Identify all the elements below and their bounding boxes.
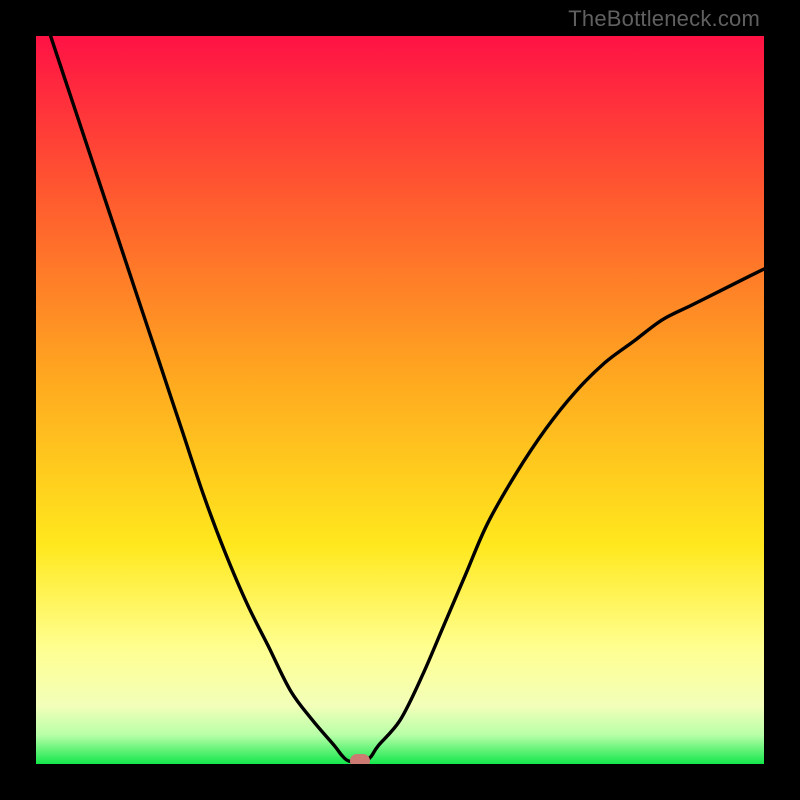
- plot-area: [36, 36, 764, 764]
- attribution-text: TheBottleneck.com: [568, 6, 760, 32]
- bottleneck-curve: [36, 36, 764, 764]
- chart-frame: TheBottleneck.com: [0, 0, 800, 800]
- optimum-marker: [350, 754, 370, 764]
